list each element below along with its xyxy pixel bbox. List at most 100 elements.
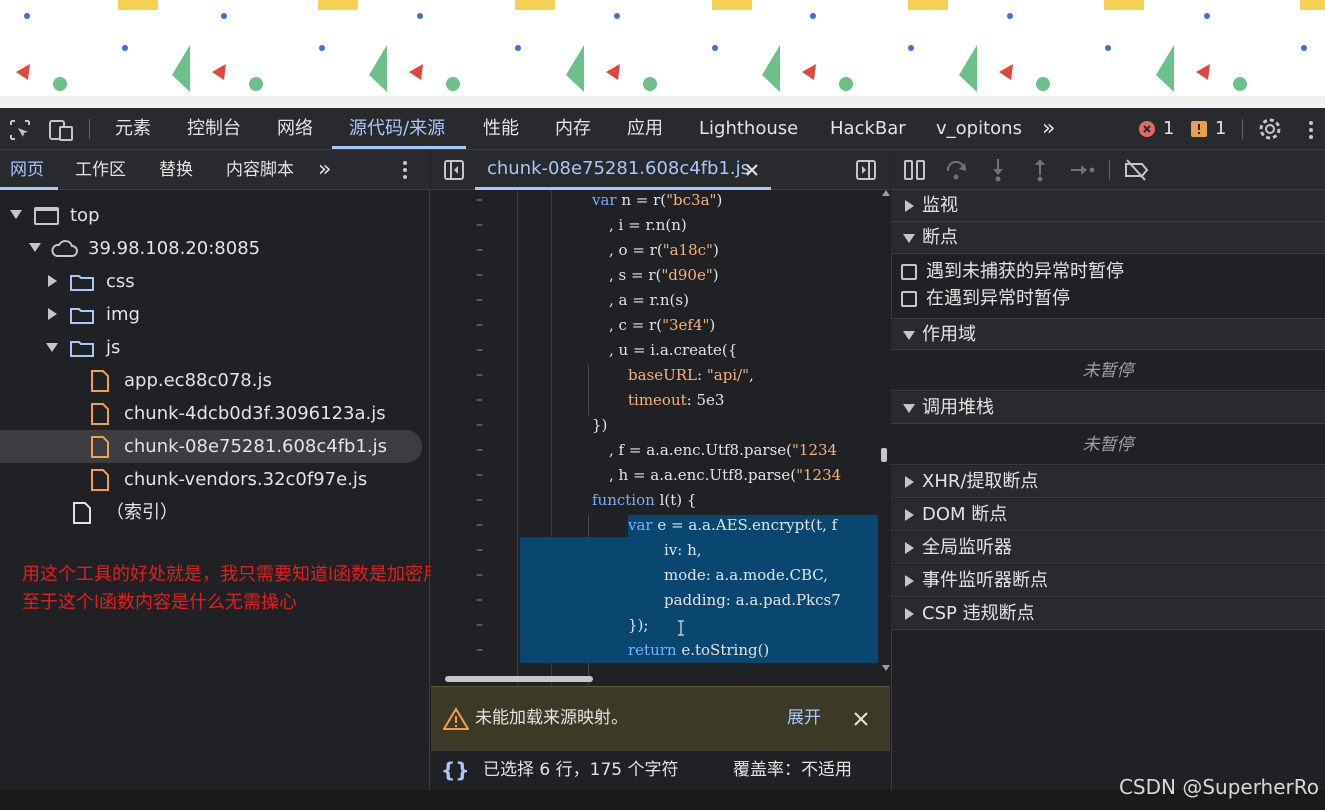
code-line: , u = i.a.create({ [609, 341, 738, 359]
step-into-icon[interactable] [989, 157, 1007, 183]
vertical-scrollbar-thumb[interactable] [881, 448, 887, 462]
folder-icon [70, 308, 94, 324]
error-count[interactable]: 1 [1163, 108, 1174, 150]
pretty-print-icon[interactable]: {} [441, 751, 469, 789]
pause-uncaught-exceptions-option[interactable]: 遇到未捕获的异常时暂停 [891, 258, 1325, 286]
code-line: var e = a.a.AES.encrypt(t, f [628, 516, 838, 534]
section-dom-breakpoints[interactable]: DOM 断点 [891, 499, 1325, 531]
more-navigator-tabs-icon[interactable]: » [318, 150, 331, 190]
debugger-toolbar [891, 150, 1325, 190]
tab-memory[interactable]: 内存 [555, 108, 591, 150]
warning-count-icon[interactable] [1190, 120, 1208, 138]
step-icon[interactable] [1069, 159, 1097, 181]
tree-node-top[interactable]: top [0, 199, 430, 232]
tab-console[interactable]: 控制台 [187, 108, 241, 150]
toggle-navigator-icon[interactable] [443, 159, 465, 181]
section-event-listener-breakpoints[interactable]: 事件监听器断点 [891, 565, 1325, 597]
section-call-stack[interactable]: 调用堆栈 [891, 392, 1325, 424]
error-icon[interactable] [1138, 120, 1156, 138]
tree-file-chunk-4dcb0d3f[interactable]: chunk-4dcb0d3f.3096123a.js [0, 397, 430, 430]
collapsed-triangle-icon [48, 275, 57, 287]
tree-label: 39.98.108.20:8085 [88, 238, 261, 259]
inspect-element-icon[interactable] [8, 118, 32, 142]
more-tabs-chevron-icon[interactable]: » [1042, 108, 1055, 150]
scroll-up-arrow-icon[interactable] [882, 190, 890, 196]
code-line: , a = r.n(s) [609, 291, 689, 309]
section-breakpoints[interactable]: 断点 [891, 222, 1325, 254]
section-watch[interactable]: 监视 [891, 190, 1325, 222]
warning-count[interactable]: 1 [1215, 108, 1226, 150]
section-label: XHR/提取断点 [922, 471, 1039, 492]
cloud-icon [51, 240, 78, 257]
code-line: timeout: 5e3 [628, 391, 725, 409]
tree-node-img-folder[interactable]: img [0, 298, 430, 331]
checkbox-label: 在遇到异常时暂停 [926, 288, 1070, 309]
horizontal-scrollbar-thumb[interactable] [445, 676, 593, 682]
tree-node-css-folder[interactable]: css [0, 265, 430, 298]
line-gutter: – [476, 642, 483, 658]
tab-network[interactable]: 网络 [277, 108, 313, 150]
collapsed-triangle-icon [905, 509, 914, 521]
section-csp-breakpoints[interactable]: CSP 违规断点 [891, 598, 1325, 630]
tree-file-index[interactable]: （索引） [0, 496, 430, 529]
section-xhr-breakpoints[interactable]: XHR/提取断点 [891, 466, 1325, 498]
tab-application[interactable]: 应用 [627, 108, 663, 150]
tree-file-chunk-vendors[interactable]: chunk-vendors.32c0f97e.js [0, 463, 430, 496]
section-label: 断点 [922, 227, 958, 248]
tab-lighthouse[interactable]: Lighthouse [699, 108, 798, 150]
code-line: baseURL: "api/", [628, 366, 754, 384]
tree-node-host[interactable]: 39.98.108.20:8085 [0, 232, 430, 265]
tab-workspace[interactable]: 工作区 [75, 150, 126, 190]
coverage-status[interactable]: 覆盖率：不适用 [733, 751, 852, 789]
scroll-down-arrow-icon[interactable] [882, 665, 890, 671]
pause-caught-exceptions-option[interactable]: 在遇到异常时暂停 [891, 285, 1325, 313]
section-scope[interactable]: 作用域 [891, 318, 1325, 350]
tree-file-chunk-08e75281-selected[interactable]: chunk-08e75281.608c4fb1.js [0, 430, 422, 463]
tab-performance[interactable]: 性能 [483, 108, 519, 150]
tree-node-js-folder[interactable]: js [0, 331, 430, 364]
toolbar-divider [1242, 119, 1243, 139]
deactivate-breakpoints-icon[interactable] [1123, 158, 1151, 182]
section-global-listeners[interactable]: 全局监听器 [891, 532, 1325, 564]
close-warning-icon[interactable] [853, 711, 869, 727]
section-label: 作用域 [922, 324, 976, 345]
step-over-icon[interactable] [945, 159, 969, 181]
line-gutter: – [476, 267, 483, 283]
code-line: iv: h, [664, 541, 702, 559]
expanded-triangle-icon [29, 243, 41, 252]
pause-resume-icon[interactable] [903, 159, 927, 181]
tab-overrides[interactable]: 替换 [159, 150, 193, 190]
code-line: function l(t) { [592, 491, 697, 509]
tab-hackbar[interactable]: HackBar [830, 108, 906, 150]
line-gutter: – [476, 567, 483, 583]
more-options-icon[interactable] [1306, 119, 1316, 141]
tab-page[interactable]: 网页 [10, 150, 44, 190]
editor-tab-active[interactable]: chunk-08e75281.608c4fb1.js [475, 150, 771, 190]
expanded-triangle-icon [903, 331, 915, 340]
code-content: – var n = r("bc3a") – , i = r.n(n) – , o… [431, 190, 890, 685]
tab-content-scripts[interactable]: 内容脚本 [226, 150, 294, 190]
close-tab-icon[interactable] [745, 163, 759, 177]
editor-tab-bar: chunk-08e75281.608c4fb1.js [431, 150, 890, 190]
collapsed-triangle-icon [905, 575, 914, 587]
device-toolbar-icon[interactable] [48, 118, 74, 142]
js-file-icon [91, 370, 109, 392]
tree-label: top [70, 205, 100, 226]
settings-gear-icon[interactable] [1258, 117, 1282, 141]
toolbar-divider [89, 119, 90, 139]
navigator-menu-icon[interactable] [400, 159, 410, 181]
pause-caught-checkbox[interactable] [901, 291, 917, 307]
tree-file-app-js[interactable]: app.ec88c078.js [0, 364, 430, 397]
tab-elements[interactable]: 元素 [115, 108, 151, 150]
selection-status: 已选择 6 行，175 个字符 [483, 760, 679, 780]
line-gutter: – [476, 592, 483, 608]
tab-v-opitons[interactable]: v_opitons [936, 108, 1022, 150]
js-file-icon [91, 403, 109, 425]
toggle-debugger-icon[interactable] [855, 159, 877, 181]
source-map-warning-bar: 未能加载来源映射。 展开 [431, 686, 890, 750]
step-out-icon[interactable] [1031, 157, 1049, 183]
pause-uncaught-checkbox[interactable] [901, 264, 917, 280]
tab-sources[interactable]: 源代码/来源 [349, 108, 445, 150]
code-line: , f = a.a.enc.Utf8.parse("1234 [609, 441, 838, 459]
expand-button[interactable]: 展开 [787, 687, 821, 749]
